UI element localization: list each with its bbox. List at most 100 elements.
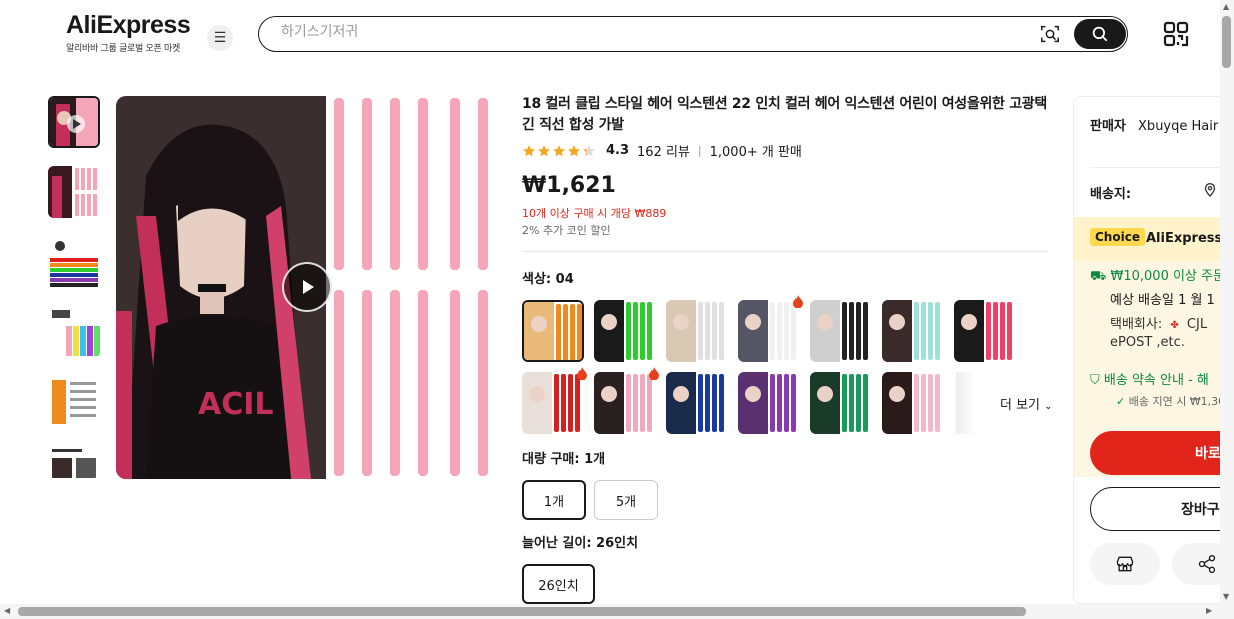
seller-name[interactable]: Xbuyqe Hair bbox=[1138, 119, 1218, 134]
color-swatch[interactable] bbox=[522, 300, 584, 362]
coin-discount: 2% 추가 코인 할인 bbox=[522, 224, 611, 237]
thumbnail-image bbox=[50, 98, 98, 146]
swatch-image bbox=[522, 372, 584, 434]
half-star-icon bbox=[583, 144, 595, 156]
thumbnail-5[interactable] bbox=[48, 376, 100, 428]
color-swatch[interactable] bbox=[594, 372, 656, 434]
length-label: 늘어난 길이: 26인치 bbox=[522, 536, 639, 551]
rating-value: 4.3 bbox=[606, 143, 630, 158]
play-video-button[interactable] bbox=[282, 262, 332, 312]
star-icon bbox=[523, 144, 535, 156]
carrier-logo-icon: ✤ bbox=[1170, 320, 1179, 331]
qty-option-5[interactable]: 5개 bbox=[594, 480, 658, 520]
shield-icon: ⛉ bbox=[1090, 373, 1100, 388]
color-swatch[interactable] bbox=[738, 372, 800, 434]
swatch-image bbox=[954, 300, 1016, 362]
sold-count: 1,000+ 개 판매 bbox=[709, 145, 802, 160]
thumbnail-image bbox=[48, 236, 100, 288]
separator: | bbox=[697, 144, 702, 157]
scroll-right-arrow[interactable]: ▶ bbox=[1206, 606, 1212, 615]
hot-fire-icon bbox=[793, 295, 803, 308]
chevron-down-icon: ⌄ bbox=[1044, 401, 1053, 412]
length-option-26[interactable]: 26인치 bbox=[522, 564, 595, 604]
seller-label: 판매자 bbox=[1090, 119, 1126, 134]
choice-header: Choice AliExpress bbox=[1074, 217, 1233, 261]
swatch-image bbox=[738, 300, 800, 362]
store-button[interactable] bbox=[1090, 543, 1160, 585]
search-input[interactable] bbox=[281, 24, 1021, 40]
color-swatch[interactable] bbox=[738, 300, 800, 362]
search-button[interactable] bbox=[1074, 19, 1126, 49]
review-count[interactable]: 162 리뷰 bbox=[637, 141, 690, 160]
qr-code-icon[interactable] bbox=[1163, 21, 1189, 47]
color-swatch[interactable] bbox=[882, 300, 944, 362]
buy-now-button[interactable]: 바로 bbox=[1090, 431, 1233, 475]
free-shipping-label: ₩10,000 이상 주문 bbox=[1110, 269, 1225, 284]
divider bbox=[522, 251, 1048, 252]
divider bbox=[1090, 167, 1233, 168]
carrier-more: ePOST ,etc. bbox=[1110, 335, 1185, 350]
color-swatch[interactable] bbox=[594, 300, 656, 362]
hamburger-icon: ☰ bbox=[213, 30, 227, 46]
star-icon bbox=[538, 144, 550, 156]
color-swatch-overflow bbox=[956, 372, 976, 434]
play-icon bbox=[303, 280, 314, 294]
scroll-up-arrow[interactable]: ▲ bbox=[1223, 2, 1229, 11]
quantity-label: 대량 구매: 1개 bbox=[522, 452, 606, 467]
main-product-image[interactable]: ACIL bbox=[116, 96, 498, 479]
scroll-down-arrow[interactable]: ▼ bbox=[1223, 592, 1229, 601]
swatch-image bbox=[594, 300, 656, 362]
more-button[interactable]: 더 보기 ⌄ bbox=[1000, 394, 1053, 413]
rating-row: 4.3 162 리뷰 | 1,000+ 개 판매 bbox=[522, 141, 802, 160]
location-pin-icon[interactable] bbox=[1204, 183, 1216, 197]
delivery-promise[interactable]: ⛉ 배송 약속 안내 - 해 bbox=[1090, 369, 1209, 388]
color-swatch[interactable] bbox=[954, 300, 1016, 362]
swatch-image bbox=[738, 372, 800, 434]
bulk-price: 10개 이상 구매 시 개당 ₩889 bbox=[522, 207, 667, 220]
color-swatch[interactable] bbox=[666, 372, 728, 434]
ship-to-label: 배송지: bbox=[1090, 187, 1132, 202]
delay-compensation: ✓ 배송 지연 시 ₩1,30 bbox=[1116, 393, 1225, 409]
thumbnail-video[interactable] bbox=[48, 96, 100, 148]
carrier-row: 택배회사: ✤ CJL bbox=[1110, 313, 1207, 332]
choice-badge: Choice bbox=[1090, 228, 1145, 246]
menu-button[interactable]: ☰ bbox=[207, 25, 233, 51]
qty-option-1[interactable]: 1개 bbox=[522, 480, 586, 520]
color-swatch[interactable] bbox=[666, 300, 728, 362]
image-search-icon[interactable] bbox=[1039, 23, 1061, 45]
more-label: 더 보기 bbox=[1000, 398, 1041, 413]
color-swatch[interactable] bbox=[882, 372, 944, 434]
thumbnail-4[interactable] bbox=[48, 306, 100, 358]
check-icon: ✓ bbox=[1116, 395, 1126, 408]
delivery-estimate: 예상 배송일 1 월 1 bbox=[1110, 293, 1215, 308]
thumbnail-image bbox=[48, 446, 100, 478]
free-shipping-text: ⛟ ₩10,000 이상 주문 bbox=[1090, 265, 1225, 286]
star-icon bbox=[568, 144, 580, 156]
color-swatch[interactable] bbox=[522, 372, 584, 434]
thumbnail-list bbox=[48, 96, 102, 496]
delay-label: 배송 지연 시 ₩1,30 bbox=[1128, 395, 1226, 408]
thumbnail-image bbox=[48, 306, 100, 358]
purchase-panel: 판매자 Xbuyqe Hair 배송지: Choice AliExpress ⛟… bbox=[1073, 96, 1233, 604]
swatch-image bbox=[666, 300, 728, 362]
thumbnail-2[interactable] bbox=[48, 166, 100, 218]
swatch-image bbox=[524, 302, 582, 360]
vertical-scroll-thumb[interactable] bbox=[1222, 16, 1231, 68]
promise-label: 배송 약속 안내 - 해 bbox=[1103, 373, 1209, 388]
horizontal-scrollbar[interactable]: ◀ ▶ bbox=[0, 604, 1220, 619]
add-to-cart-button[interactable]: 장바구 bbox=[1090, 487, 1233, 531]
hot-fire-icon bbox=[577, 367, 587, 380]
logo-tagline: 알리바바 그룹 글로벌 오픈 마켓 bbox=[66, 44, 180, 54]
thumbnail-3[interactable] bbox=[48, 236, 100, 288]
color-swatch[interactable] bbox=[810, 300, 872, 362]
scroll-left-arrow[interactable]: ◀ bbox=[4, 606, 10, 615]
aliexpress-logo[interactable]: AliExpress bbox=[66, 11, 191, 40]
color-swatch[interactable] bbox=[810, 372, 872, 434]
product-title: 18 컬러 클립 스타일 헤어 익스텐션 22 인치 컬러 헤어 익스텐션 어린… bbox=[522, 96, 1047, 133]
thumbnail-6[interactable] bbox=[48, 446, 100, 478]
vertical-scrollbar[interactable]: ▲ ▼ bbox=[1220, 0, 1234, 619]
thumbnail-image bbox=[48, 166, 100, 218]
horizontal-scroll-thumb[interactable] bbox=[18, 607, 1026, 616]
seller-row: 판매자 Xbuyqe Hair bbox=[1090, 115, 1218, 134]
swatch-image bbox=[810, 300, 872, 362]
